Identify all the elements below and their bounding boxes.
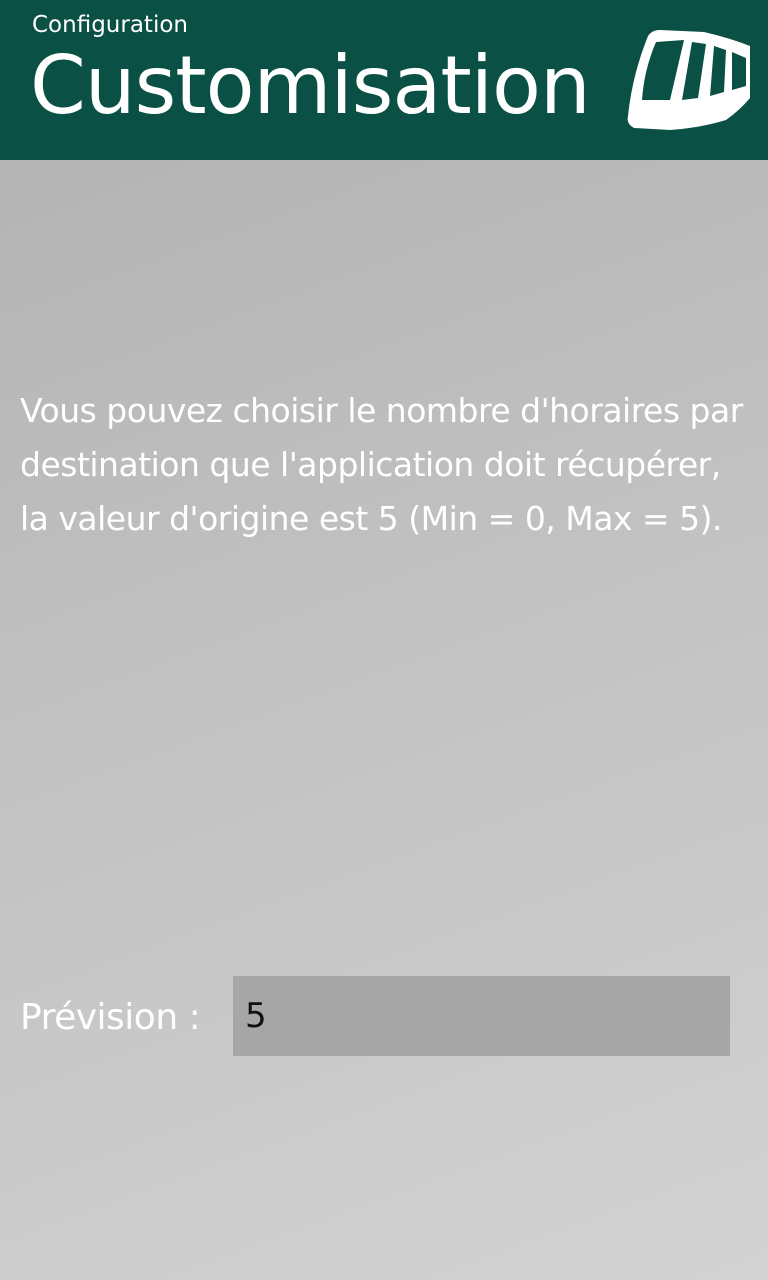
forecast-label: Prévision : xyxy=(20,997,201,1038)
description-text: Vous pouvez choisir le nombre d'horaires… xyxy=(20,391,743,538)
page-title: Customisation xyxy=(30,39,591,132)
page-header: Configuration Customisation xyxy=(0,0,768,160)
forecast-input[interactable] xyxy=(233,976,730,1056)
tram-icon xyxy=(627,30,750,130)
